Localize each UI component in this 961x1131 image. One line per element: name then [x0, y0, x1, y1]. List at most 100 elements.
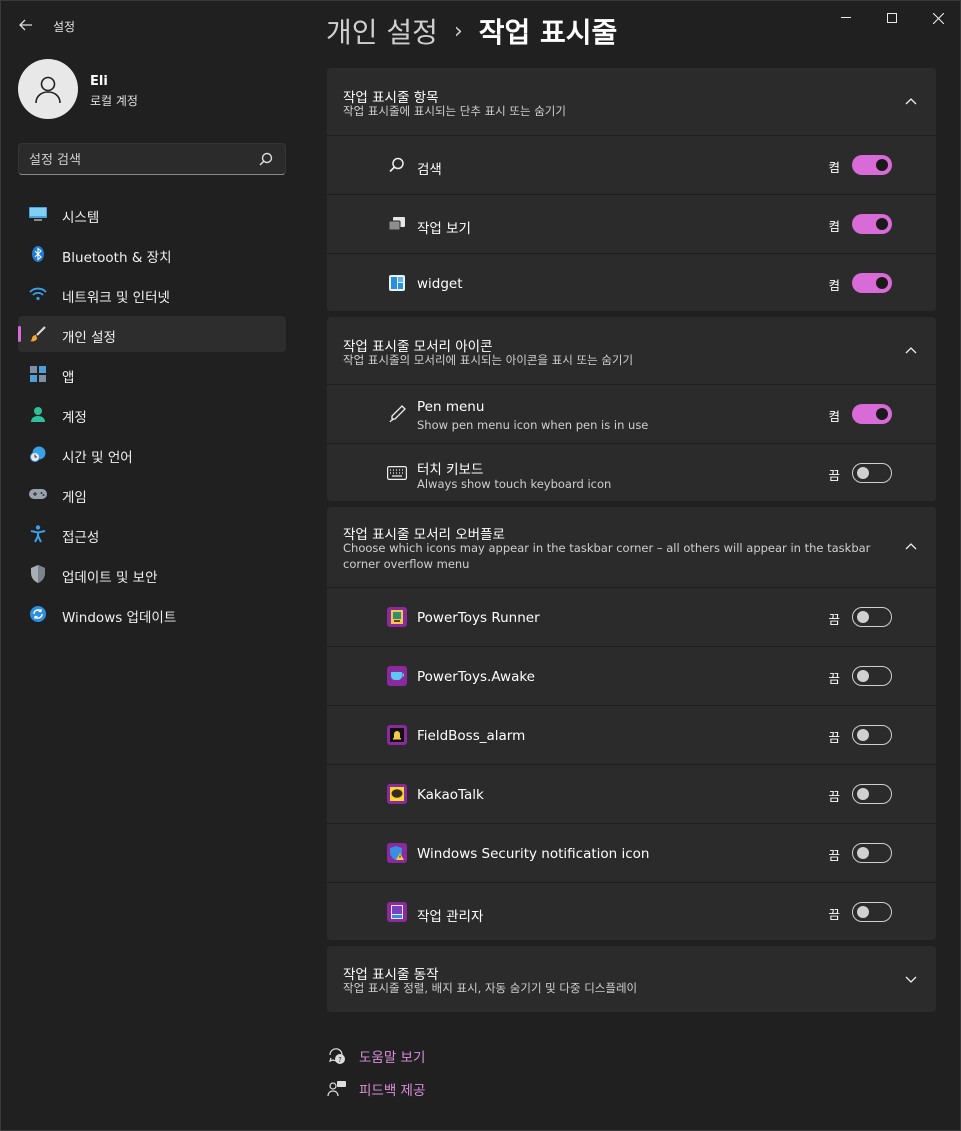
setting-row-task-view: 작업 보기 켬 — [327, 194, 936, 253]
windows-security-toggle[interactable] — [852, 843, 892, 863]
toggle-state-label: 켬 — [828, 160, 840, 175]
clock-globe-icon — [29, 446, 47, 462]
task-view-icon — [387, 214, 407, 234]
setting-label: widget — [417, 276, 463, 292]
sidebar-item-label: 계정 — [62, 410, 87, 426]
back-button[interactable] — [11, 11, 41, 39]
widget-toggle[interactable] — [852, 273, 892, 293]
powertoys-awake-toggle[interactable] — [852, 666, 892, 686]
powertoys-runner-toggle[interactable] — [852, 607, 892, 627]
task-manager-toggle[interactable] — [852, 902, 892, 922]
sidebar-item-network[interactable]: 네트워크 및 인터넷 — [18, 276, 286, 312]
help-link[interactable]: ? 도움말 보기 — [327, 1045, 425, 1067]
chevron-up-icon[interactable] — [904, 95, 918, 109]
back-arrow-icon — [19, 19, 32, 31]
person-icon — [35, 76, 61, 104]
task-view-toggle[interactable] — [852, 214, 892, 234]
sidebar-item-windows-update[interactable]: Windows 업데이트 — [18, 596, 286, 632]
sidebar-item-accessibility[interactable]: 접근성 — [18, 516, 286, 552]
bluetooth-icon — [29, 246, 47, 262]
sidebar-item-label: 앱 — [62, 370, 75, 386]
profile-account-type: 로컬 계정 — [90, 94, 138, 108]
toggle-state-label: 끔 — [828, 468, 840, 483]
feedback-link[interactable]: 피드백 제공 — [327, 1078, 425, 1100]
accessibility-icon — [29, 525, 47, 543]
search-icon — [387, 155, 407, 175]
sidebar-item-label: 접근성 — [62, 530, 100, 546]
toggle-state-label: 끔 — [828, 730, 840, 745]
toggle-state-label: 켬 — [828, 409, 840, 424]
search-toggle[interactable] — [852, 155, 892, 175]
maximize-button[interactable] — [869, 1, 915, 35]
section-description: Choose which icons may appear in the tas… — [343, 541, 871, 571]
toggle-state-label: 끔 — [828, 907, 840, 922]
setting-label: Windows Security notification icon — [417, 846, 650, 862]
person-icon — [29, 406, 47, 422]
breadcrumb: 개인 설정 › 작업 표시줄 — [326, 11, 617, 51]
task-manager-icon — [387, 902, 407, 922]
chevron-up-icon[interactable] — [904, 344, 918, 358]
section-description: 작업 표시줄의 모서리에 표시되는 아이콘을 표시 또는 숨기기 — [343, 353, 634, 367]
powertoys-awake-icon — [387, 666, 407, 686]
touch-keyboard-toggle[interactable] — [852, 463, 892, 483]
section-description: 작업 표시줄 정렬, 배지 표시, 자동 숨기기 및 다중 디스플레이 — [343, 981, 638, 995]
sidebar-item-gaming[interactable]: 게임 — [18, 476, 286, 512]
sidebar-item-personalization[interactable]: 개인 설정 — [18, 316, 286, 352]
wifi-icon — [29, 286, 47, 302]
setting-label: FieldBoss_alarm — [417, 728, 526, 744]
apps-icon — [29, 366, 47, 382]
setting-label: PowerToys Runner — [417, 610, 540, 626]
section-taskbar-behaviors[interactable]: 작업 표시줄 동작 작업 표시줄 정렬, 배지 표시, 자동 숨기기 및 다중 … — [327, 946, 936, 1012]
gamepad-icon — [29, 486, 47, 502]
breadcrumb-separator: › — [453, 18, 463, 44]
setting-sublabel: Always show touch keyboard icon — [417, 477, 612, 491]
page-title: 작업 표시줄 — [478, 16, 618, 49]
section-header[interactable]: 작업 표시줄 모서리 아이콘 작업 표시줄의 모서리에 표시되는 아이콘을 표시… — [327, 317, 936, 384]
sidebar-item-system[interactable]: 시스템 — [18, 196, 286, 232]
minimize-button[interactable] — [823, 1, 869, 35]
close-button[interactable] — [915, 1, 961, 35]
breadcrumb-parent[interactable]: 개인 설정 — [326, 11, 438, 51]
feedback-icon — [327, 1081, 346, 1097]
brush-icon — [29, 326, 47, 342]
toggle-state-label: 끔 — [828, 848, 840, 863]
setting-row-pen-menu: Pen menu Show pen menu icon when pen is … — [327, 384, 936, 443]
sidebar-item-update-security[interactable]: 업데이트 및 보안 — [18, 556, 286, 592]
sidebar-item-label: Windows 업데이트 — [62, 610, 177, 626]
user-profile[interactable]: Eli 로컬 계정 — [18, 59, 288, 119]
section-header[interactable]: 작업 표시줄 항목 작업 표시줄에 표시되는 단추 표시 또는 숨기기 — [327, 68, 936, 135]
avatar[interactable] — [18, 59, 78, 119]
setting-label: 터치 키보드 — [417, 462, 484, 478]
sidebar-nav: 시스템 Bluetooth & 장치 네트워크 및 인터넷 개인 설정 앱 계정… — [18, 196, 286, 636]
sidebar-item-accounts[interactable]: 계정 — [18, 396, 286, 432]
shield-icon — [29, 565, 47, 583]
maximize-icon — [887, 13, 897, 23]
chevron-down-icon[interactable] — [904, 972, 918, 986]
setting-row-search: 검색 켬 — [327, 135, 936, 194]
svg-text:?: ? — [338, 1056, 342, 1064]
sidebar-item-bluetooth[interactable]: Bluetooth & 장치 — [18, 236, 286, 272]
section-header[interactable]: 작업 표시줄 모서리 오버플로 Choose which icons may a… — [327, 507, 936, 587]
close-icon — [932, 12, 944, 24]
search-icon[interactable] — [257, 150, 275, 168]
setting-row-powertoys-runner: PowerToys Runner 끔 — [327, 587, 936, 646]
chevron-up-icon[interactable] — [904, 540, 918, 554]
pen-menu-toggle[interactable] — [852, 404, 892, 424]
sidebar-item-apps[interactable]: 앱 — [18, 356, 286, 392]
kakaotalk-toggle[interactable] — [852, 784, 892, 804]
toggle-state-label: 끔 — [828, 789, 840, 804]
sidebar-item-label: Bluetooth & 장치 — [62, 250, 172, 266]
fieldboss-alarm-toggle[interactable] — [852, 725, 892, 745]
toggle-state-label: 끔 — [828, 612, 840, 627]
toggle-state-label: 켬 — [828, 278, 840, 293]
setting-label: KakaoTalk — [417, 787, 484, 803]
sidebar-item-time-language[interactable]: 시간 및 언어 — [18, 436, 286, 472]
toggle-state-label: 켬 — [828, 219, 840, 234]
app-title: 설정 — [53, 20, 76, 34]
toggle-state-label: 끔 — [828, 671, 840, 686]
minimize-icon — [841, 17, 851, 18]
setting-row-fieldboss-alarm: FieldBoss_alarm 끔 — [327, 705, 936, 764]
sidebar-item-label: 시스템 — [62, 210, 100, 226]
search-input[interactable] — [29, 150, 249, 170]
alarm-bell-icon — [387, 725, 407, 745]
